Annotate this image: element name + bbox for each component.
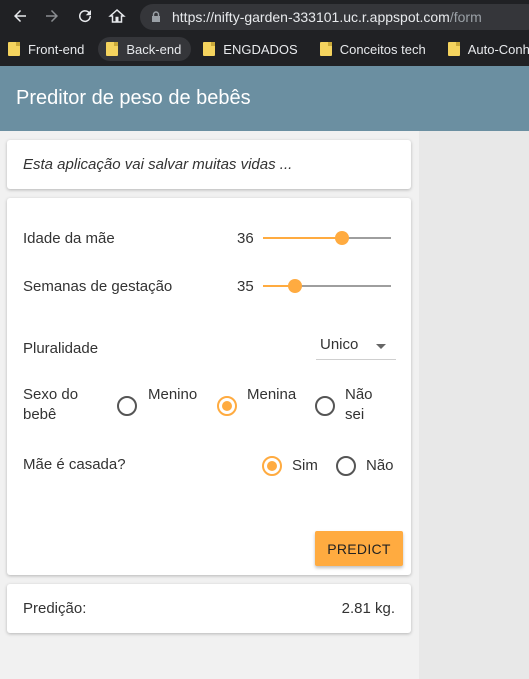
radio-menina-label[interactable]: Menina [247, 385, 296, 405]
plurality-label: Pluralidade [23, 340, 99, 357]
folder-icon [319, 42, 332, 56]
slider-thumb[interactable] [335, 231, 350, 245]
reload-icon[interactable] [74, 5, 96, 27]
browser-nav-row: https://nifty-garden-333101.uc.r.appspot… [0, 0, 529, 34]
radio-menino-label[interactable]: Menino [148, 385, 197, 405]
radio-menino[interactable] [117, 396, 137, 416]
prediction-card: Predição: 2.81 kg. [7, 584, 411, 633]
mother-age-slider[interactable] [263, 228, 391, 248]
baby-sex-label-line2: bebê [23, 406, 57, 423]
page-title: Preditor de peso de bebês [16, 87, 251, 109]
bookmark-conceitos-tech[interactable]: Conceitos tech [312, 37, 436, 61]
home-icon[interactable] [106, 5, 128, 27]
url-base: https://nifty-garden-333101.uc.r.appspot… [172, 9, 450, 25]
folder-icon [106, 42, 119, 56]
app-bar: Preditor de peso de bebês [0, 66, 529, 131]
radio-nao-sei[interactable] [315, 396, 335, 416]
right-pane [419, 131, 529, 679]
slider-fill [263, 237, 343, 239]
mother-age-label: Idade da mãe [23, 230, 115, 247]
caret-down-icon [376, 344, 386, 349]
radio-nao-sei-label-line1[interactable]: Não [345, 385, 373, 405]
prediction-value: 2.81 kg. [341, 600, 395, 617]
bookmark-auto-conhecimento[interactable]: Auto-Conhecime [440, 37, 529, 61]
plurality-select[interactable]: Unico [316, 334, 396, 360]
plurality-selected-value: Unico [320, 336, 359, 353]
form-card: Idade da mãe 36 Semanas de gestação 35 P… [7, 198, 411, 575]
radio-nao-label[interactable]: Não [366, 456, 394, 476]
gestation-weeks-slider[interactable] [263, 276, 391, 296]
browser-chrome: https://nifty-garden-333101.uc.r.appspot… [0, 0, 529, 66]
mother-age-value: 36 [237, 230, 254, 247]
forward-arrow-icon[interactable] [41, 5, 63, 27]
tagline-text: Esta aplicação vai salvar muitas vidas .… [23, 156, 293, 173]
radio-sim-label[interactable]: Sim [292, 456, 318, 476]
folder-icon [447, 42, 460, 56]
predict-button[interactable]: PREDICT [315, 531, 403, 566]
lock-icon [150, 11, 162, 23]
radio-sim[interactable] [262, 456, 282, 476]
slider-thumb[interactable] [288, 279, 302, 293]
folder-icon [203, 42, 216, 56]
bookmark-front-end[interactable]: Front-end [0, 37, 94, 61]
radio-nao-sei-label-line2[interactable]: sei [345, 405, 364, 425]
prediction-label: Predição: [23, 600, 87, 617]
baby-sex-label-line1: Sexo do [23, 386, 79, 403]
radio-menina[interactable] [217, 396, 237, 416]
address-bar[interactable]: https://nifty-garden-333101.uc.r.appspot… [140, 4, 529, 30]
folder-icon [8, 42, 20, 56]
bookmark-back-end[interactable]: Back-end [98, 37, 192, 61]
bookmarks-bar: Front-end Back-end ENGDADOS Conceitos te… [0, 34, 529, 64]
bookmark-engdados[interactable]: ENGDADOS [195, 37, 307, 61]
tagline-card: Esta aplicação vai salvar muitas vidas .… [7, 140, 411, 189]
url-path: /form [449, 9, 482, 25]
back-arrow-icon[interactable] [9, 5, 31, 27]
radio-nao[interactable] [336, 456, 356, 476]
married-label: Mãe é casada? [23, 456, 126, 473]
gestation-weeks-label: Semanas de gestação [23, 278, 173, 295]
gestation-weeks-value: 35 [237, 278, 254, 295]
